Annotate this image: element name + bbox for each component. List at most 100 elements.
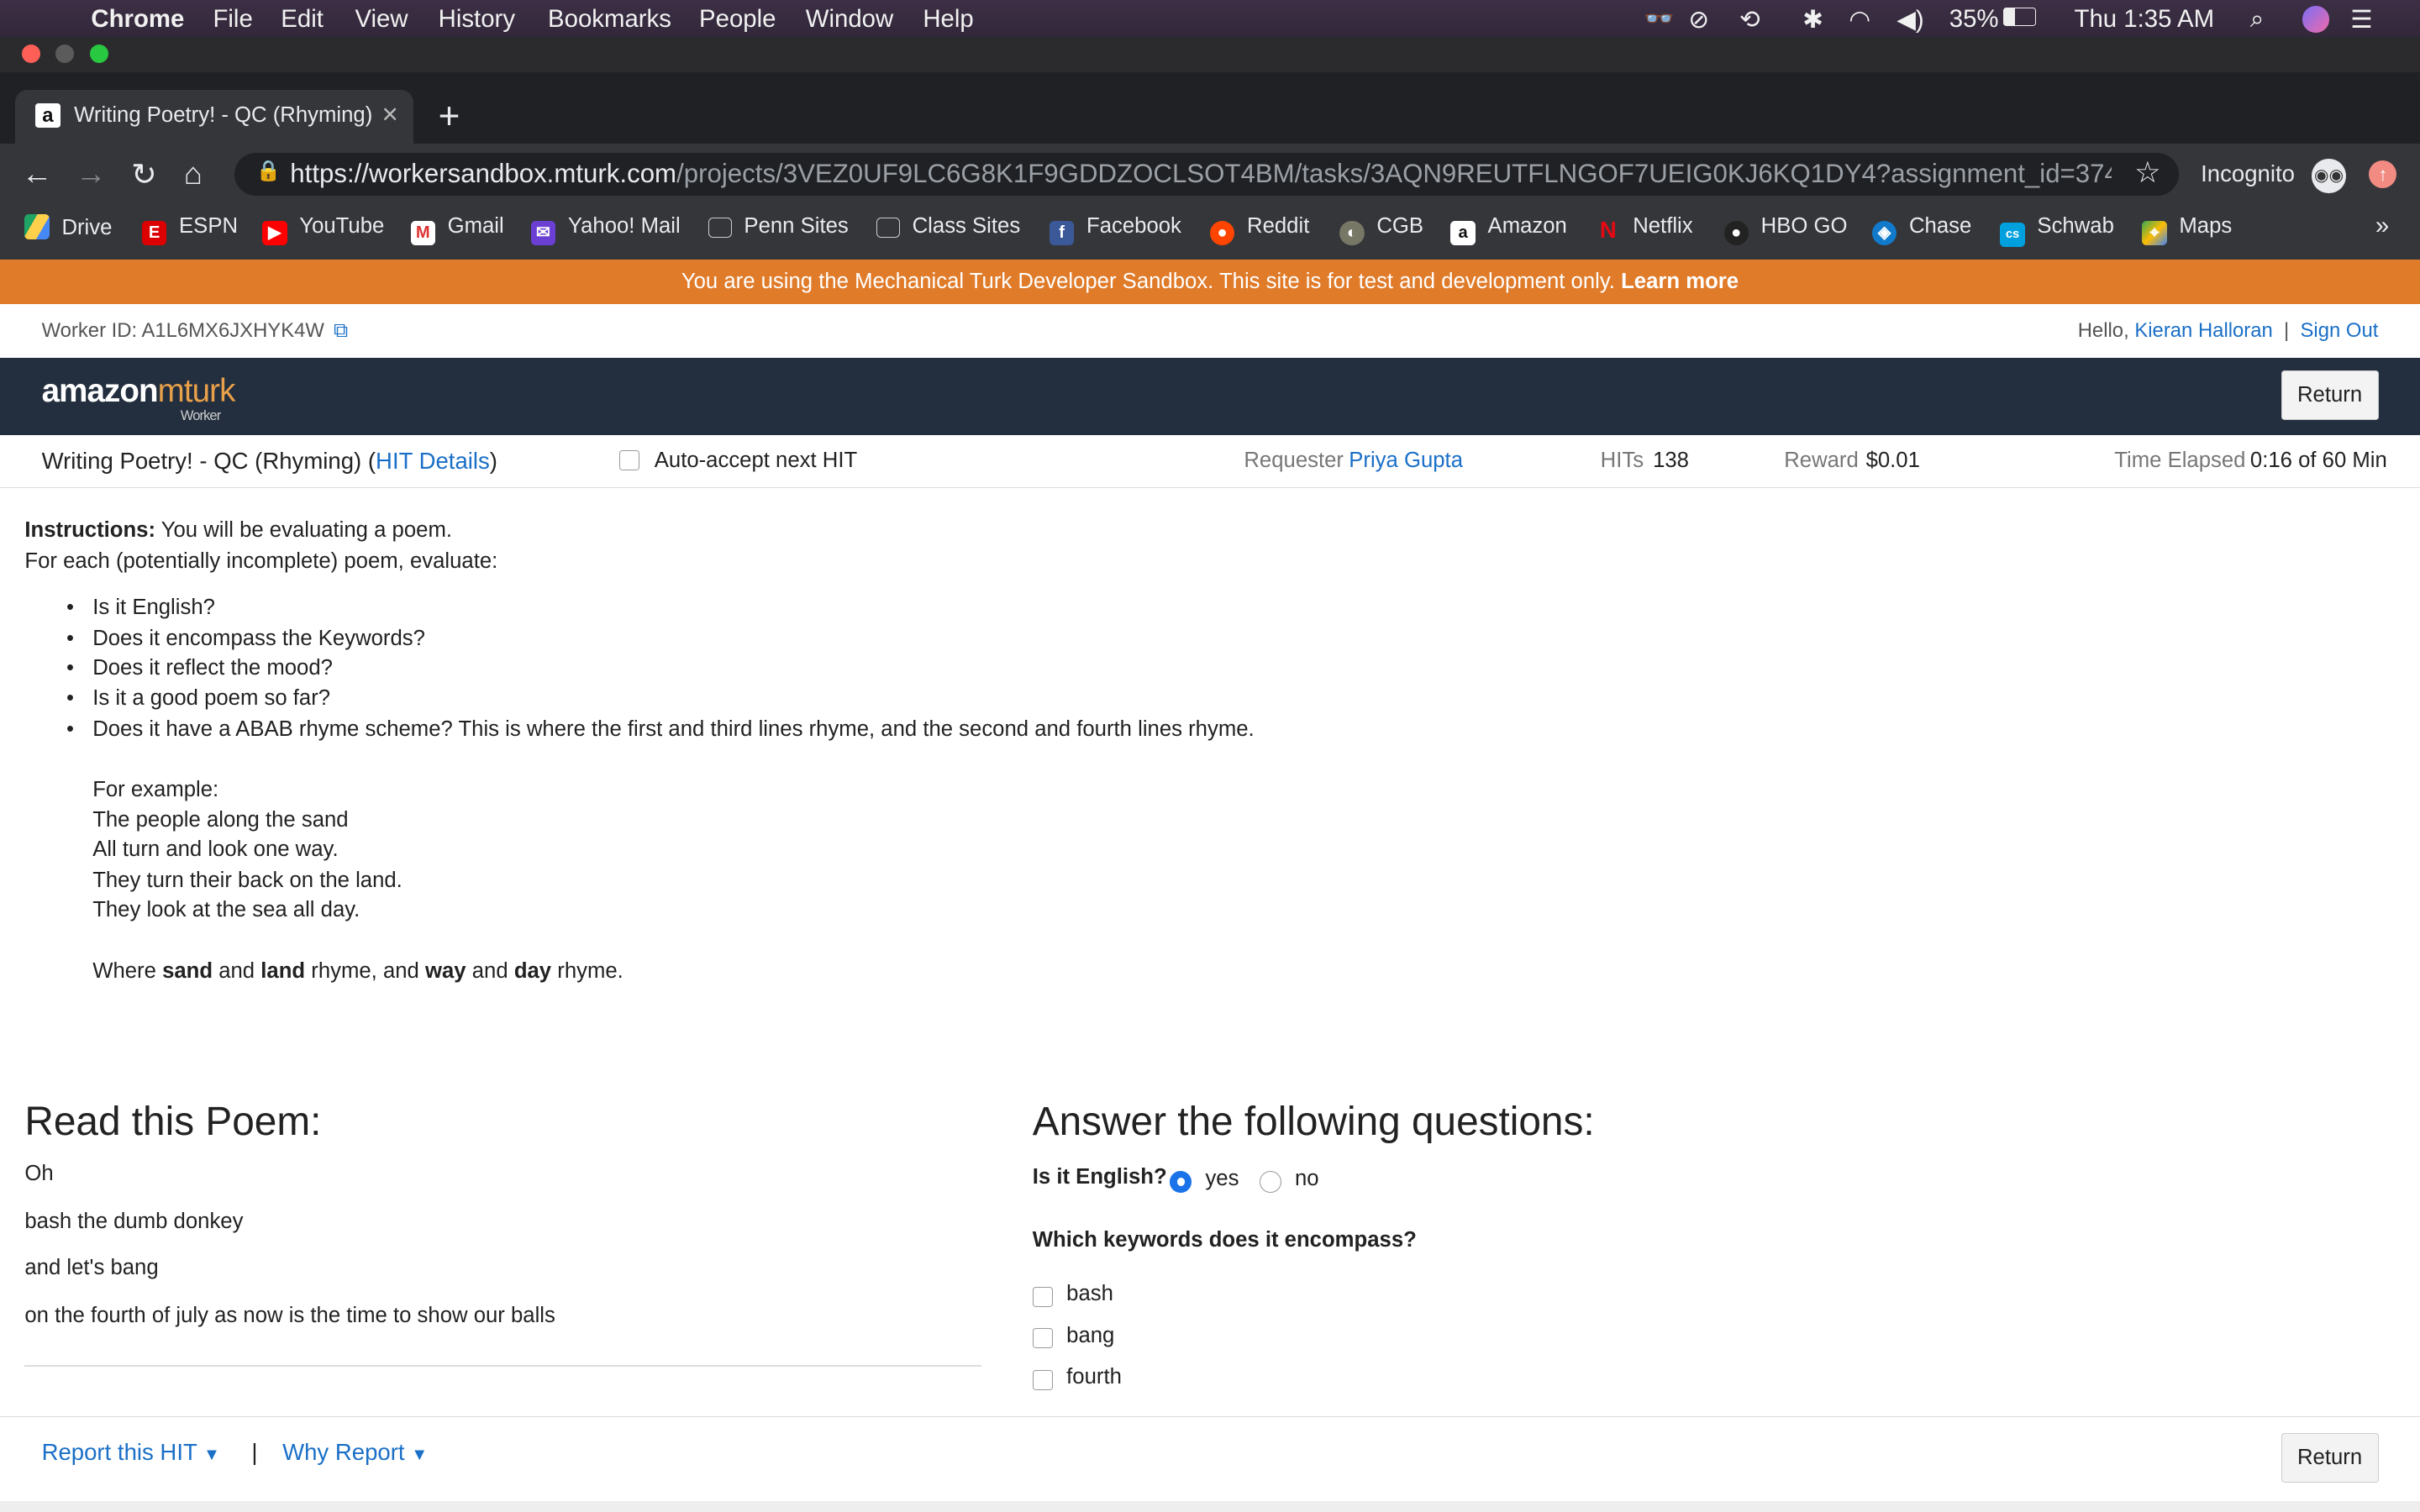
menu-people[interactable]: People <box>699 5 776 34</box>
bookmark-penn-sites[interactable]: Penn Sites <box>708 214 849 239</box>
notification-center-icon[interactable]: ☰ <box>2350 5 2372 34</box>
bookmark-class-sites[interactable]: Class Sites <box>876 214 1020 239</box>
address-bar[interactable]: 🔒 https://workersandbox.mturk.com/projec… <box>234 152 2180 197</box>
menu-file[interactable]: File <box>213 5 252 34</box>
hits-label: HITs <box>1600 449 1644 473</box>
english-no-label[interactable]: no <box>1295 1167 1319 1191</box>
keyword-fourth-checkbox[interactable] <box>1032 1369 1053 1391</box>
window-titlebar <box>0 37 2420 73</box>
auto-accept-checkbox[interactable] <box>618 450 639 471</box>
requester-link[interactable]: Priya Gupta <box>1349 449 1463 473</box>
reddit-icon: ● <box>1209 220 1235 246</box>
menu-bookmarks[interactable]: Bookmarks <box>548 5 671 34</box>
close-tab-icon[interactable]: × <box>382 99 398 131</box>
battery-icon <box>2003 8 2036 27</box>
menu-help[interactable]: Help <box>923 5 973 34</box>
caret-down-icon: ▼ <box>411 1445 429 1464</box>
time-elapsed-label: Time Elapsed <box>2114 449 2246 473</box>
wifi-icon[interactable]: ◠ <box>1849 5 1870 34</box>
bookmark-drive[interactable]: Drive <box>24 214 112 240</box>
bookmark-schwab[interactable]: cs Schwab <box>2000 214 2114 248</box>
bookmark-reddit[interactable]: ● Reddit <box>1209 214 1309 246</box>
menu-window[interactable]: Window <box>806 5 893 34</box>
user-name-link[interactable]: Kieran Halloran <box>2134 319 2272 342</box>
battery-percent[interactable]: 35% <box>1949 5 1999 34</box>
gmail-icon: M <box>410 220 435 246</box>
keyword-bash-checkbox[interactable] <box>1032 1286 1053 1307</box>
browser-tab[interactable]: a Writing Poetry! - QC (Rhyming) × <box>15 89 414 144</box>
worker-id: Worker ID: A1L6MX6JXHYK4W ⧉ <box>41 319 348 343</box>
forward-icon[interactable]: → <box>76 156 107 192</box>
siri-icon[interactable] <box>2302 6 2329 33</box>
poem-line: Oh <box>24 1162 54 1186</box>
keyword-bang-label[interactable]: bang <box>1066 1324 1114 1348</box>
lock-icon[interactable]: 🔒 <box>256 159 281 183</box>
menu-view[interactable]: View <box>355 5 408 34</box>
spotlight-icon[interactable]: ⌕ <box>2250 5 2264 34</box>
sync-icon[interactable]: ⊘ <box>1688 5 1709 34</box>
hbo-go-icon: ● <box>1723 220 1749 246</box>
instruction-bullet: Does it reflect the mood? <box>66 656 333 680</box>
poem-heading: Read this Poem: <box>24 1099 322 1144</box>
auto-accept-label: Auto-accept next HIT <box>654 449 858 473</box>
english-question: Is it English? <box>1032 1164 1167 1189</box>
worker-bar: Worker ID: A1L6MX6JXHYK4W ⧉ Hello, Kieran… <box>0 303 2420 359</box>
incognito-icon[interactable]: ◉◉ <box>2312 159 2346 193</box>
bookmark-yahoo-mail[interactable]: ✉ Yahoo! Mail <box>530 214 681 246</box>
report-hit-dropdown[interactable]: Report this HIT ▼ <box>42 1439 220 1466</box>
hit-details-link[interactable]: HIT Details <box>376 448 490 474</box>
new-tab-button[interactable]: + <box>439 96 460 138</box>
facebook-icon: f <box>1049 220 1075 246</box>
keyword-bang-checkbox[interactable] <box>1032 1328 1053 1349</box>
keyword-fourth-label[interactable]: fourth <box>1066 1365 1122 1389</box>
return-button-top[interactable]: Return <box>2281 370 2379 420</box>
bookmark-netflix[interactable]: N Netflix <box>1596 214 1693 242</box>
youtube-icon: ▶ <box>262 220 287 246</box>
app-menu[interactable]: Chrome <box>91 5 184 34</box>
reload-icon[interactable]: ↻ <box>131 156 157 192</box>
url-text[interactable]: https://workersandbox.mturk.com/projects… <box>290 159 2111 189</box>
mturk-logo[interactable]: amazonmturk Worker <box>42 373 236 423</box>
learn-more-link[interactable]: Learn more <box>1621 270 1739 293</box>
close-window-button[interactable] <box>21 45 40 64</box>
bookmark-youtube[interactable]: ▶ YouTube <box>262 214 384 246</box>
menu-history[interactable]: History <box>439 5 515 34</box>
bookmark-cgb[interactable]: ◐ CGB <box>1339 214 1423 246</box>
time-machine-icon[interactable]: ⟲ <box>1739 5 1760 34</box>
example-line: They turn their back on the land. <box>92 869 402 893</box>
bookmark-facebook[interactable]: f Facebook <box>1049 214 1181 246</box>
page-footer: Report this HIT ▼ | Why Report ▼ <box>0 1416 2420 1504</box>
bookmark-amazon[interactable]: a Amazon <box>1450 214 1567 246</box>
sign-out-link[interactable]: Sign Out <box>2301 319 2379 342</box>
bookmarks-overflow-button[interactable]: » <box>2375 212 2389 240</box>
maximize-window-button[interactable] <box>89 45 108 64</box>
bookmarks-bar: Drive E ESPN ▶ YouTube M Gmail ✉ Yahoo! Mail… <box>0 202 2420 260</box>
reward-value: $0.01 <box>1865 449 1920 473</box>
example-line: They look at the sea all day. <box>92 897 360 921</box>
bluetooth-icon[interactable]: ✱ <box>1802 5 1823 34</box>
volume-icon[interactable]: ◀) <box>1897 5 1923 34</box>
example-line: The people along the sand <box>92 808 349 832</box>
glasses-icon[interactable]: 👓 <box>1644 5 1675 34</box>
menu-edit[interactable]: Edit <box>281 5 324 34</box>
return-button-bottom[interactable]: Return <box>2281 1433 2379 1483</box>
bookmark-chase[interactable]: ◈ Chase <box>1871 214 1971 246</box>
bookmark-star-icon[interactable]: ☆ <box>2134 156 2160 190</box>
back-icon[interactable]: ← <box>22 156 53 192</box>
english-no-radio[interactable] <box>1259 1171 1281 1193</box>
why-report-dropdown[interactable]: Why Report ▼ <box>282 1439 428 1466</box>
greeting: Hello, Kieran Halloran | Sign Out <box>2077 319 2379 343</box>
home-icon[interactable]: ⌂ <box>184 156 203 192</box>
bookmark-gmail[interactable]: M Gmail <box>410 214 504 246</box>
bookmark-maps[interactable]: ⌖ Maps <box>2142 214 2232 246</box>
clock[interactable]: Thu 1:35 AM <box>2075 5 2215 34</box>
bookmark-hbo-go[interactable]: ● HBO GO <box>1723 214 1847 246</box>
bookmark-espn[interactable]: E ESPN <box>141 214 238 246</box>
time-elapsed-value: 0:16 of 60 Min <box>2249 449 2387 473</box>
copy-icon[interactable]: ⧉ <box>334 319 348 342</box>
english-yes-label[interactable]: yes <box>1205 1167 1239 1191</box>
sandbox-banner: You are using the Mechanical Turk Develo… <box>0 259 2420 304</box>
english-yes-radio[interactable] <box>1170 1171 1192 1193</box>
keyword-bash-label[interactable]: bash <box>1066 1282 1113 1306</box>
requester-label: Requester <box>1244 449 1344 473</box>
